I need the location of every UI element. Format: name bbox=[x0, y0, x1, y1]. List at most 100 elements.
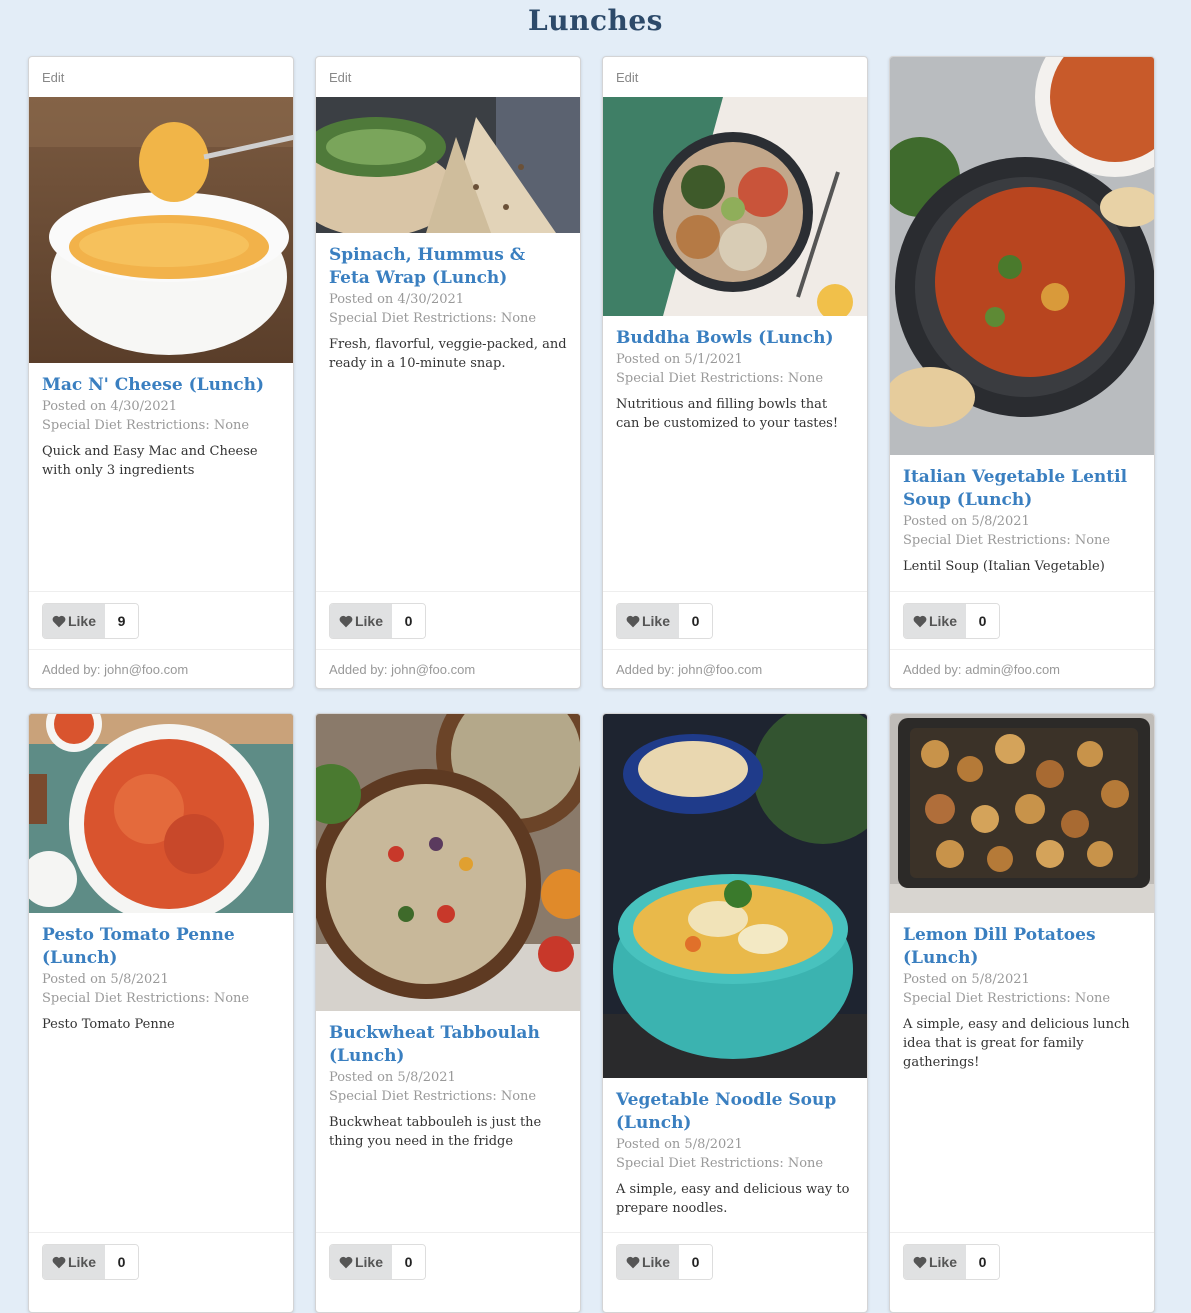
recipe-card: Pesto Tomato Penne (Lunch) Posted on 5/8… bbox=[28, 713, 294, 1313]
like-label: Like bbox=[354, 613, 383, 629]
like-button-label-area[interactable]: Like bbox=[617, 1245, 679, 1279]
like-button[interactable]: Like 0 bbox=[616, 1244, 713, 1280]
like-button-label-area[interactable]: Like bbox=[43, 604, 105, 638]
like-count: 0 bbox=[966, 1245, 999, 1279]
added-by: Added by: john@foo.com bbox=[29, 649, 293, 688]
like-count: 9 bbox=[105, 604, 138, 638]
posted-date: Posted on 5/1/2021 bbox=[616, 352, 743, 367]
like-row: Like 0 bbox=[316, 1232, 580, 1291]
recipe-description: Buckwheat tabbouleh is just the thing yo… bbox=[329, 1115, 542, 1149]
like-button[interactable]: Like 0 bbox=[616, 603, 713, 639]
like-button-label-area[interactable]: Like bbox=[330, 604, 392, 638]
recipe-card: Edit Buddha Bowls (Lunch) Posted on 5/1/… bbox=[602, 56, 868, 689]
like-button[interactable]: Like 0 bbox=[42, 1244, 139, 1280]
recipe-image[interactable] bbox=[603, 97, 867, 316]
like-button[interactable]: Like 0 bbox=[903, 603, 1000, 639]
like-count: 0 bbox=[679, 1245, 712, 1279]
recipe-description: Nutritious and filling bowls that can be… bbox=[616, 397, 839, 431]
recipe-card: Edit Spinach, Hummus & Feta Wrap (Lunch)… bbox=[315, 56, 581, 689]
like-label: Like bbox=[928, 1254, 957, 1270]
recipe-card: Vegetable Noodle Soup (Lunch) Posted on … bbox=[602, 713, 868, 1313]
like-row: Like 0 bbox=[603, 591, 867, 650]
edit-link[interactable]: Edit bbox=[603, 57, 867, 97]
like-button-label-area[interactable]: Like bbox=[904, 1245, 966, 1279]
posted-date: Posted on 5/8/2021 bbox=[903, 514, 1030, 529]
recipe-image[interactable] bbox=[316, 714, 580, 1011]
diet-restrictions: Special Diet Restrictions: None bbox=[329, 311, 537, 326]
edit-link[interactable]: Edit bbox=[316, 57, 580, 97]
posted-date: Posted on 5/8/2021 bbox=[329, 1070, 456, 1085]
diet-restrictions: Special Diet Restrictions: None bbox=[42, 991, 250, 1006]
like-count: 0 bbox=[105, 1245, 138, 1279]
like-button[interactable]: Like 0 bbox=[329, 603, 426, 639]
like-button-label-area[interactable]: Like bbox=[617, 604, 679, 638]
recipe-card: Lemon Dill Potatoes (Lunch) Posted on 5/… bbox=[889, 713, 1155, 1313]
recipe-image[interactable] bbox=[316, 97, 580, 233]
like-button[interactable]: Like 0 bbox=[903, 1244, 1000, 1280]
added-by: Added by: john@foo.com bbox=[603, 649, 867, 688]
added-by: Added by: admin@foo.com bbox=[890, 649, 1154, 688]
heart-icon bbox=[913, 615, 927, 627]
like-row: Like 0 bbox=[316, 591, 580, 650]
like-button[interactable]: Like 9 bbox=[42, 603, 139, 639]
like-count: 0 bbox=[392, 604, 425, 638]
recipe-title[interactable]: Buddha Bowls (Lunch) bbox=[616, 327, 854, 350]
recipe-card: Buckwheat Tabboulah (Lunch) Posted on 5/… bbox=[315, 713, 581, 1313]
like-button-label-area[interactable]: Like bbox=[330, 1245, 392, 1279]
recipe-image[interactable] bbox=[603, 714, 867, 1078]
recipe-description: A simple, easy and delicious way to prep… bbox=[616, 1182, 850, 1216]
like-label: Like bbox=[928, 613, 957, 629]
recipe-description: Fresh, flavorful, veggie-packed, and rea… bbox=[329, 337, 567, 371]
recipe-image[interactable] bbox=[890, 57, 1154, 455]
recipe-title[interactable]: Vegetable Noodle Soup (Lunch) bbox=[616, 1089, 854, 1135]
like-label: Like bbox=[67, 1254, 96, 1270]
heart-icon bbox=[52, 615, 66, 627]
posted-date: Posted on 5/8/2021 bbox=[903, 972, 1030, 987]
like-button[interactable]: Like 0 bbox=[329, 1244, 426, 1280]
recipe-image[interactable] bbox=[29, 97, 293, 363]
recipe-image[interactable] bbox=[29, 714, 293, 913]
recipe-card: Edit Mac N' Cheese (Lunch) Posted on 4/3… bbox=[28, 56, 294, 689]
recipe-title[interactable]: Buckwheat Tabboulah (Lunch) bbox=[329, 1022, 567, 1068]
posted-date: Posted on 4/30/2021 bbox=[329, 292, 465, 307]
diet-restrictions: Special Diet Restrictions: None bbox=[329, 1089, 537, 1104]
recipe-description: Quick and Easy Mac and Cheese with only … bbox=[42, 444, 258, 478]
posted-date: Posted on 5/8/2021 bbox=[42, 972, 169, 987]
page-title: Lunches bbox=[528, 4, 663, 37]
like-label: Like bbox=[354, 1254, 383, 1270]
like-row: Like 0 bbox=[890, 1232, 1154, 1291]
recipe-image[interactable] bbox=[890, 714, 1154, 913]
recipe-title[interactable]: Pesto Tomato Penne (Lunch) bbox=[42, 924, 280, 970]
diet-restrictions: Special Diet Restrictions: None bbox=[616, 371, 824, 386]
like-row: Like 9 bbox=[29, 591, 293, 650]
like-row: Like 0 bbox=[603, 1232, 867, 1291]
like-button-label-area[interactable]: Like bbox=[43, 1245, 105, 1279]
posted-date: Posted on 5/8/2021 bbox=[616, 1137, 743, 1152]
diet-restrictions: Special Diet Restrictions: None bbox=[903, 991, 1111, 1006]
recipe-title[interactable]: Spinach, Hummus & Feta Wrap (Lunch) bbox=[329, 244, 567, 290]
like-row: Like 0 bbox=[29, 1232, 293, 1291]
heart-icon bbox=[339, 615, 353, 627]
recipe-title[interactable]: Lemon Dill Potatoes (Lunch) bbox=[903, 924, 1141, 970]
recipe-description: Lentil Soup (Italian Vegetable) bbox=[903, 559, 1105, 574]
like-button-label-area[interactable]: Like bbox=[904, 604, 966, 638]
heart-icon bbox=[626, 615, 640, 627]
diet-restrictions: Special Diet Restrictions: None bbox=[903, 533, 1111, 548]
diet-restrictions: Special Diet Restrictions: None bbox=[42, 418, 250, 433]
like-count: 0 bbox=[966, 604, 999, 638]
posted-date: Posted on 4/30/2021 bbox=[42, 399, 178, 414]
like-label: Like bbox=[641, 1254, 670, 1270]
like-label: Like bbox=[641, 613, 670, 629]
like-count: 0 bbox=[392, 1245, 425, 1279]
recipe-description: A simple, easy and delicious lunch idea … bbox=[903, 1017, 1130, 1070]
like-row: Like 0 bbox=[890, 591, 1154, 650]
edit-link[interactable]: Edit bbox=[29, 57, 293, 97]
recipe-description: Pesto Tomato Penne bbox=[42, 1017, 175, 1032]
recipe-title[interactable]: Mac N' Cheese (Lunch) bbox=[42, 374, 280, 397]
recipe-title[interactable]: Italian Vegetable Lentil Soup (Lunch) bbox=[903, 466, 1141, 512]
diet-restrictions: Special Diet Restrictions: None bbox=[616, 1156, 824, 1171]
like-label: Like bbox=[67, 613, 96, 629]
recipe-card: Italian Vegetable Lentil Soup (Lunch) Po… bbox=[889, 56, 1155, 689]
added-by: Added by: john@foo.com bbox=[316, 649, 580, 688]
like-count: 0 bbox=[679, 604, 712, 638]
